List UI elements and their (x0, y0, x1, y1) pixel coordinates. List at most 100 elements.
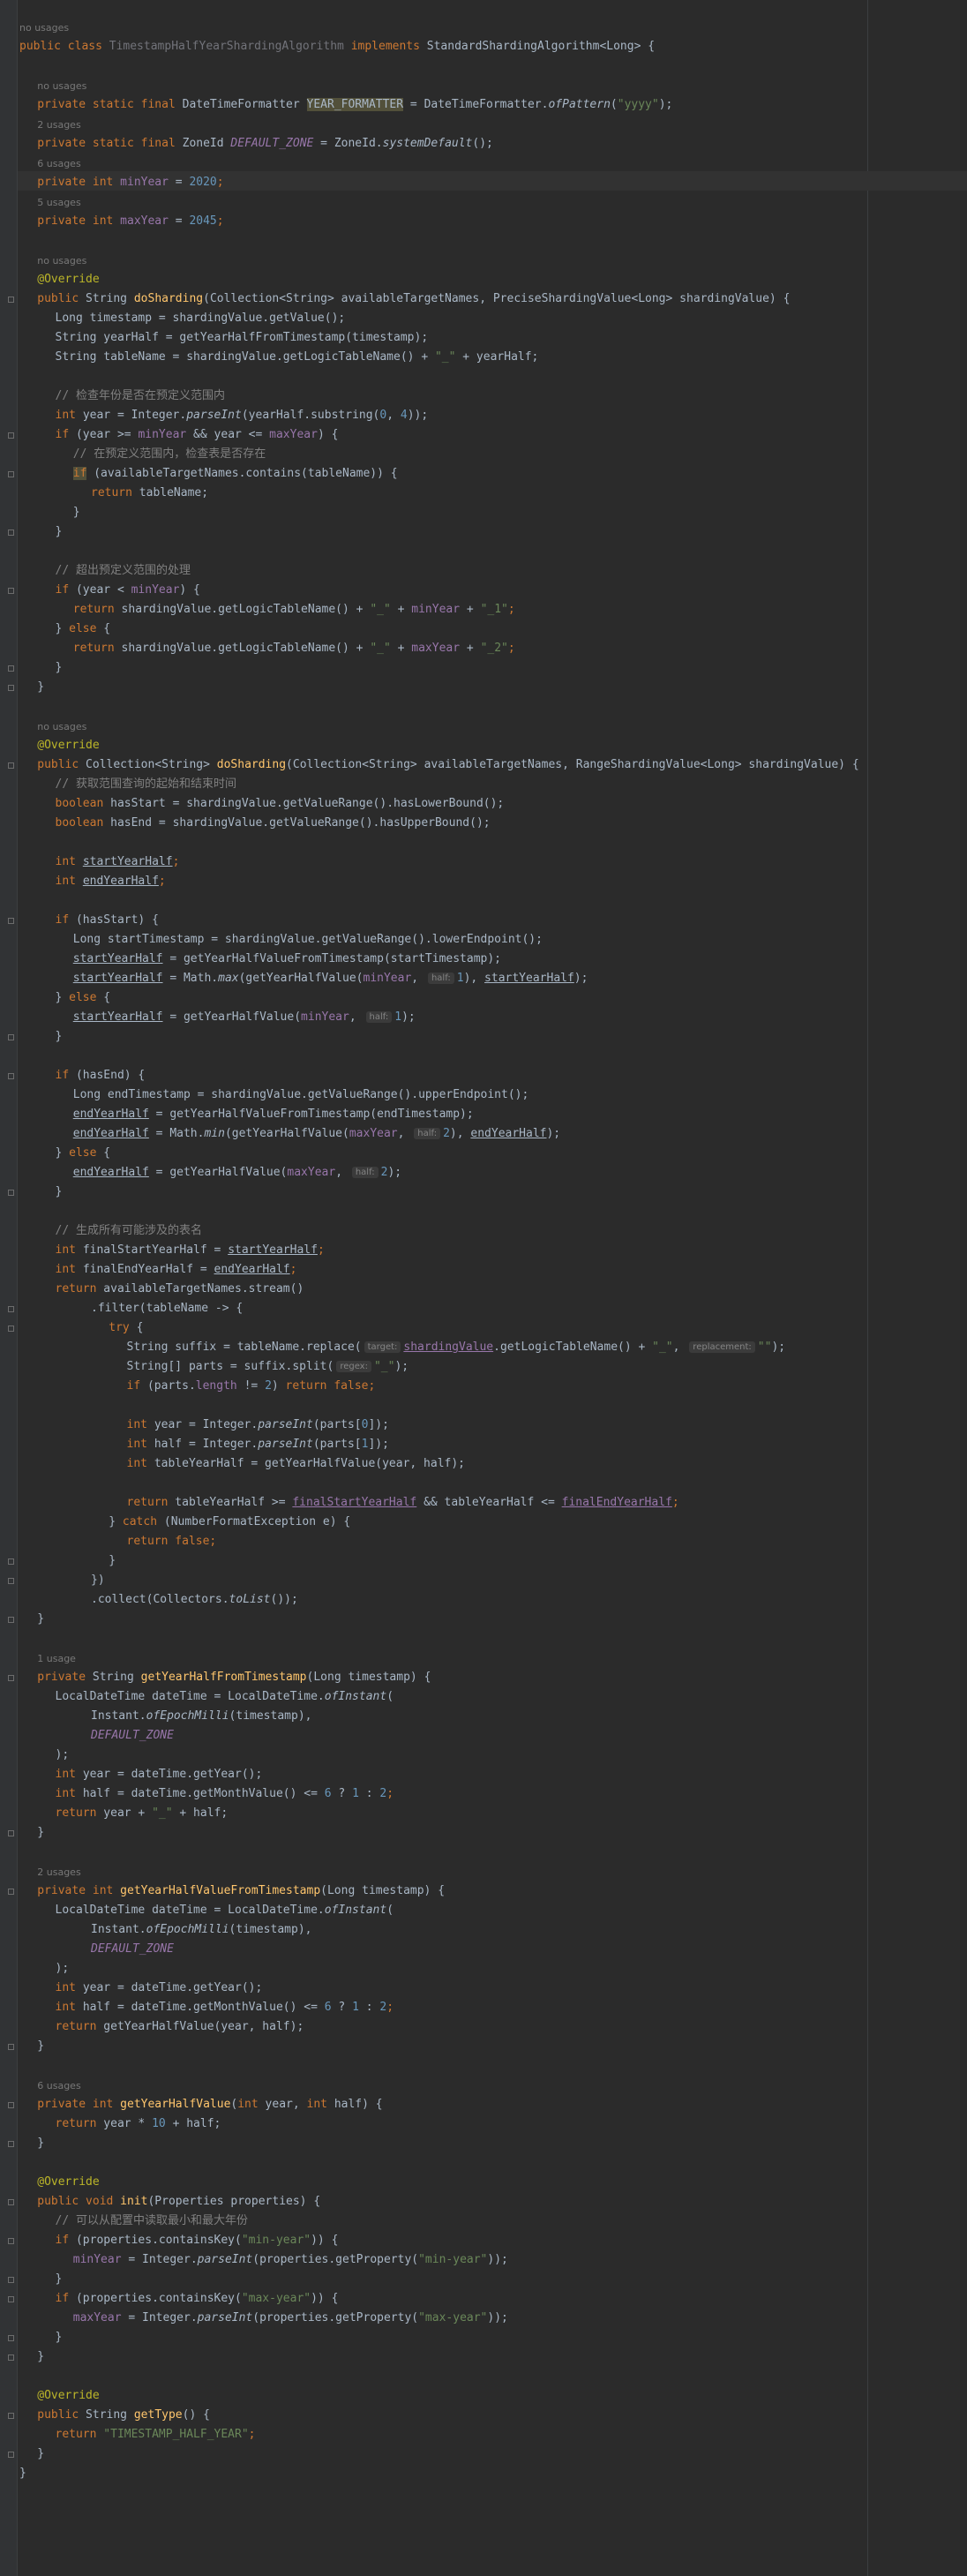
code-line: ); (56, 1746, 70, 1765)
code-token: } (37, 2350, 45, 2363)
code-token: (timestamp), (229, 1709, 312, 1723)
fold-marker-icon[interactable] (8, 432, 14, 439)
fold-marker-icon[interactable] (8, 1190, 14, 1196)
fold-marker-icon[interactable] (8, 1617, 14, 1623)
code-token: (properties.containsKey( (75, 2292, 242, 2305)
code-token: ); (401, 1010, 416, 1024)
code-token: ofInstant (324, 1904, 387, 1917)
fold-marker-icon[interactable] (8, 1326, 14, 1332)
code-token: 2 (443, 1127, 450, 1140)
fold-marker-icon[interactable] (8, 918, 14, 924)
code-token: ( (610, 98, 618, 111)
fold-marker-icon[interactable] (8, 2277, 14, 2283)
fold-marker-icon[interactable] (8, 1073, 14, 1079)
code-token: if (55, 1069, 76, 1082)
fold-marker-icon[interactable] (8, 2199, 14, 2205)
code-line: } (56, 522, 63, 542)
code-token: 6 (324, 1787, 332, 1800)
fold-marker-icon[interactable] (8, 2335, 14, 2341)
code-token: if (72, 467, 87, 480)
code-line: maxYear = Integer.parseInt(properties.ge… (73, 2309, 508, 2328)
code-token: maxYear (287, 1166, 336, 1179)
code-token: DEFAULT_ZONE (230, 137, 314, 150)
code-token: } (37, 1612, 45, 1626)
fold-marker-icon[interactable] (8, 471, 14, 477)
fold-marker-icon[interactable] (8, 762, 14, 769)
code-line: int year = Integer.parseInt(yearHalf.sub… (56, 406, 429, 425)
fold-marker-icon[interactable] (8, 1675, 14, 1681)
fold-marker-icon[interactable] (8, 2413, 14, 2419)
code-token: shardingValue (403, 1341, 494, 1354)
code-token: maxYear (269, 428, 318, 441)
code-token: (hasEnd) { (75, 1069, 146, 1082)
code-token: (Properties properties) { (147, 2195, 321, 2208)
code-token: startYearHalf (72, 1010, 163, 1024)
fold-marker-icon[interactable] (8, 1830, 14, 1836)
usages-hint[interactable]: 2 usages (37, 1862, 80, 1881)
code-token: + half; (172, 1806, 229, 1820)
code-token: () { (182, 2408, 210, 2422)
fold-marker-icon[interactable] (8, 588, 14, 594)
fold-marker-icon[interactable] (8, 1034, 14, 1040)
code-token: 1 (352, 1787, 359, 1800)
code-token: Long timestamp = shardingValue.getValue(… (55, 312, 346, 325)
fold-marker-icon[interactable] (8, 529, 14, 536)
code-line: int tableYearHalf = getYearHalfValue(yea… (127, 1454, 466, 1474)
code-token: endYearHalf (72, 1166, 149, 1179)
code-line: public class TimestampHalfYearShardingAl… (19, 37, 655, 56)
code-token: int (306, 2098, 334, 2111)
fold-marker-icon[interactable] (8, 2141, 14, 2147)
code-line: boolean hasStart = shardingValue.getValu… (56, 794, 505, 814)
code-line: int year = dateTime.getYear(); (56, 1765, 263, 1784)
usages-hint[interactable]: 2 usages (37, 115, 80, 134)
fold-marker-icon[interactable] (8, 685, 14, 691)
code-token: int (55, 1243, 83, 1257)
fold-marker-icon[interactable] (8, 2296, 14, 2302)
usages-hint[interactable]: 5 usages (37, 192, 80, 212)
code-token: , (386, 409, 401, 422)
code-line: } (56, 2328, 63, 2347)
fold-marker-icon[interactable] (8, 2452, 14, 2458)
usages-hint[interactable]: no usages (19, 18, 69, 37)
usages-hint[interactable]: no usages (37, 251, 86, 270)
code-token: 2045 (189, 214, 217, 228)
code-token: "_" (370, 642, 391, 655)
fold-marker-icon[interactable] (8, 1578, 14, 1584)
usages-hint[interactable]: 1 usage (37, 1648, 76, 1668)
code-token: catch (122, 1515, 164, 1528)
code-line: startYearHalf = getYearHalfValueFromTime… (73, 950, 501, 969)
fold-marker-icon[interactable] (8, 2238, 14, 2244)
code-token: min (204, 1127, 225, 1140)
fold-marker-icon[interactable] (8, 2354, 14, 2361)
code-line: endYearHalf = getYearHalfValue(maxYear, … (73, 1163, 401, 1183)
code-token: if (55, 2292, 76, 2305)
fold-marker-icon[interactable] (8, 1558, 14, 1565)
code-token: ) { (179, 583, 200, 597)
code-token: shardingValue.getLogicTableName() + (121, 603, 371, 616)
code-line: return false; (127, 1532, 217, 1551)
fold-marker-icon[interactable] (8, 2044, 14, 2050)
fold-marker-icon[interactable] (8, 1889, 14, 1895)
usages-hint[interactable]: 6 usages (37, 2076, 80, 2095)
code-token: (Collection<String> availableTargetNames… (203, 292, 791, 305)
code-line: String suffix = tableName.replace(target… (127, 1338, 786, 1357)
code-token: int (126, 1418, 154, 1431)
code-line: return "TIMESTAMP_HALF_YEAR"; (56, 2425, 256, 2445)
code-token: @Override (37, 2389, 100, 2402)
code-token: )); (487, 2311, 508, 2324)
code-token: ofPattern (548, 98, 611, 111)
fold-marker-icon[interactable] (8, 1306, 14, 1312)
code-token: return (72, 603, 122, 616)
fold-marker-icon[interactable] (8, 2102, 14, 2108)
code-token: // 在预定义范围内，检查表是否存在 (72, 447, 266, 461)
code-line: } (37, 2134, 44, 2153)
usages-hint[interactable]: no usages (37, 76, 86, 95)
code-token: toList (229, 1593, 271, 1606)
code-line: public void init(Properties properties) … (37, 2192, 320, 2212)
fold-marker-icon[interactable] (8, 297, 14, 303)
fold-marker-icon[interactable] (8, 665, 14, 672)
code-token: shardingValue.getLogicTableName() + (121, 642, 371, 655)
usages-hint[interactable]: no usages (37, 717, 86, 736)
code-token: parseInt (186, 409, 242, 422)
usages-hint[interactable]: 6 usages (37, 154, 80, 173)
